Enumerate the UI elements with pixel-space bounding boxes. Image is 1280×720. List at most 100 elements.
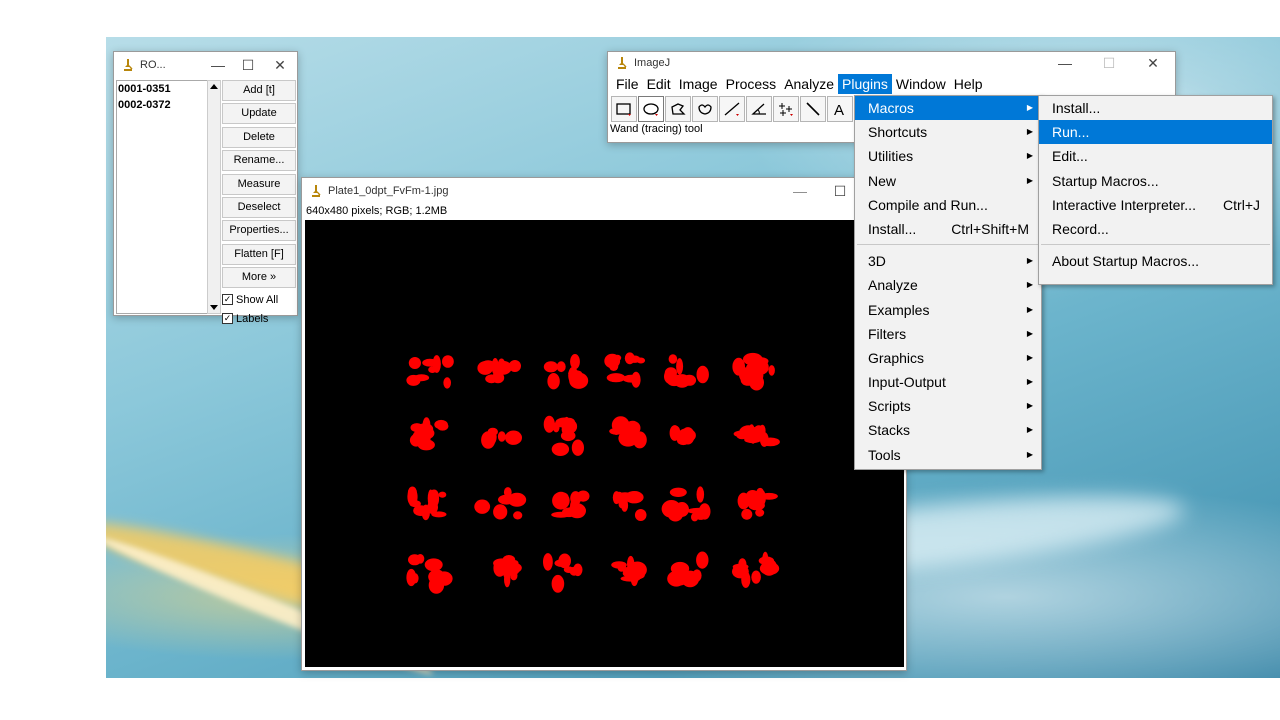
- close-button[interactable]: ✕: [263, 52, 297, 78]
- menu-window[interactable]: Window: [892, 74, 950, 94]
- list-item[interactable]: 0001-0351: [117, 81, 207, 97]
- image-titlebar[interactable]: Plate1_0dpt_FvFm-1.jpg — ☐: [302, 178, 906, 204]
- measure-button[interactable]: Measure: [222, 173, 296, 195]
- plugins-menu-item-tools[interactable]: Tools ▶: [855, 443, 1041, 467]
- oval-tool-icon[interactable]: [638, 96, 664, 122]
- menu-analyze[interactable]: Analyze: [780, 74, 838, 94]
- menu-item-label: Startup Macros...: [1052, 172, 1159, 189]
- rectangle-tool-icon[interactable]: [611, 96, 637, 122]
- roi-manager-titlebar[interactable]: RO... — ☐ ✕: [114, 52, 297, 78]
- menu-file[interactable]: File: [612, 74, 643, 94]
- flatten-button[interactable]: Flatten [F]: [222, 243, 296, 265]
- menu-item-label: Graphics: [868, 349, 925, 366]
- roi-manager-title: RO...: [140, 59, 166, 71]
- menu-item-label: Stacks: [868, 422, 911, 439]
- menu-item-label: Analyze: [868, 277, 918, 294]
- roi-list[interactable]: 0001-0351 0002-0372: [116, 80, 208, 314]
- macros-menu-item-run[interactable]: Run...: [1039, 120, 1272, 145]
- rename-button[interactable]: Rename...: [222, 150, 296, 172]
- submenu-arrow-icon: ▶: [1026, 449, 1033, 459]
- submenu-arrow-icon: ▶: [1026, 256, 1033, 266]
- update-button[interactable]: Update: [222, 103, 296, 125]
- angle-tool-icon[interactable]: [746, 96, 772, 122]
- multipoint-tool-icon[interactable]: [773, 96, 799, 122]
- scroll-up-icon[interactable]: [210, 84, 218, 89]
- menu-item-label: Examples: [868, 301, 930, 318]
- menu-item-label: Tools: [868, 446, 901, 463]
- checkbox-checked-icon[interactable]: ✓: [222, 313, 233, 325]
- plugins-menu-item-compile-and-run[interactable]: Compile and Run...: [855, 193, 1041, 217]
- roi-list-scrollbar[interactable]: [207, 80, 221, 314]
- labels-checkbox[interactable]: ✓ Labels: [222, 310, 296, 328]
- plugins-menu-item-macros[interactable]: Macros ▶: [855, 96, 1041, 121]
- wand-tool-icon[interactable]: [800, 96, 826, 122]
- macros-menu-item-interactive-interpreter[interactable]: Interactive Interpreter... Ctrl+J: [1039, 193, 1272, 217]
- imagej-titlebar[interactable]: ImageJ — ☐ ✕: [608, 52, 1175, 74]
- submenu-arrow-icon: ▶: [1026, 352, 1033, 362]
- menu-item-label: Input-Output: [868, 374, 946, 391]
- macros-menu-item-edit[interactable]: Edit...: [1039, 144, 1272, 168]
- macros-menu-item-record[interactable]: Record...: [1039, 217, 1272, 241]
- plugins-menu-item-stacks[interactable]: Stacks ▶: [855, 418, 1041, 442]
- plugins-menu-item-analyze[interactable]: Analyze ▶: [855, 273, 1041, 297]
- list-item[interactable]: 0002-0372: [117, 97, 207, 113]
- line-tool-icon[interactable]: [719, 96, 745, 122]
- close-button[interactable]: ✕: [1131, 52, 1175, 74]
- submenu-arrow-icon: ▶: [1026, 401, 1033, 411]
- menu-image[interactable]: Image: [675, 74, 722, 94]
- plant-blob: [737, 487, 778, 520]
- plugins-menu-item-examples[interactable]: Examples ▶: [855, 298, 1041, 322]
- minimize-button[interactable]: —: [203, 52, 233, 78]
- menu-plugins[interactable]: Plugins: [838, 74, 892, 94]
- plant-blob: [667, 551, 709, 588]
- maximize-button[interactable]: ☐: [233, 52, 263, 78]
- deselect-button[interactable]: Deselect: [222, 196, 296, 218]
- menu-help[interactable]: Help: [950, 74, 987, 94]
- plant-blob: [407, 486, 447, 521]
- submenu-arrow-icon: ▶: [1026, 304, 1033, 314]
- macros-menu-item-startup-macros[interactable]: Startup Macros...: [1039, 169, 1272, 193]
- scroll-down-icon[interactable]: [210, 305, 218, 310]
- plugins-menu-item-new[interactable]: New ▶: [855, 169, 1041, 193]
- add-button[interactable]: Add [t]: [222, 80, 296, 101]
- checkbox-checked-icon[interactable]: ✓: [222, 294, 233, 306]
- polygon-tool-icon[interactable]: [665, 96, 691, 122]
- plugins-menu-item-scripts[interactable]: Scripts ▶: [855, 394, 1041, 418]
- plugins-menu-item-install[interactable]: Install... Ctrl+Shift+M: [855, 217, 1041, 241]
- show-all-checkbox[interactable]: ✓ Show All: [222, 291, 296, 309]
- delete-button[interactable]: Delete: [222, 126, 296, 148]
- plant-blob: [477, 358, 521, 384]
- plugins-menu-item-filters[interactable]: Filters ▶: [855, 322, 1041, 346]
- plugins-menu-item-utilities[interactable]: Utilities ▶: [855, 144, 1041, 168]
- show-all-label: Show All: [236, 293, 279, 306]
- plant-blob: [669, 425, 696, 446]
- plugins-menu-item-shortcuts[interactable]: Shortcuts ▶: [855, 120, 1041, 144]
- macros-menu-item-about-startup-macros[interactable]: About Startup Macros...: [1039, 249, 1272, 273]
- submenu-arrow-icon: ▶: [1026, 377, 1033, 387]
- text-tool-icon[interactable]: A: [827, 96, 853, 122]
- menu-separator: [1041, 244, 1270, 246]
- maximize-button[interactable]: ☐: [1087, 52, 1131, 74]
- menu-item-label: New: [868, 172, 897, 189]
- image-info: 640x480 pixels; RGB; 1.2MB: [306, 205, 448, 217]
- plugins-menu-item-graphics[interactable]: Graphics ▶: [855, 346, 1041, 370]
- plugins-menu-item-input-output[interactable]: Input-Output ▶: [855, 370, 1041, 394]
- menu-edit[interactable]: Edit: [643, 74, 675, 94]
- menu-item-label: Compile and Run...: [868, 196, 988, 213]
- plant-blob: [493, 555, 522, 588]
- more-button[interactable]: More »: [222, 267, 296, 289]
- menu-process[interactable]: Process: [722, 74, 781, 94]
- plant-blob: [543, 415, 584, 456]
- plant-blob: [612, 491, 647, 521]
- plant-blob: [409, 417, 449, 451]
- svg-text:A: A: [834, 102, 844, 117]
- plugins-menu-item-3d[interactable]: 3D ▶: [855, 249, 1041, 273]
- freehand-tool-icon[interactable]: [692, 96, 718, 122]
- macros-menu-item-install[interactable]: Install...: [1039, 96, 1272, 120]
- properties-button[interactable]: Properties...: [222, 220, 296, 242]
- submenu-arrow-icon: ▶: [1026, 151, 1033, 161]
- submenu-arrow-icon: ▶: [1026, 175, 1033, 185]
- minimize-button[interactable]: —: [1043, 52, 1087, 74]
- minimize-button[interactable]: —: [782, 178, 818, 204]
- image-canvas[interactable]: [305, 220, 904, 667]
